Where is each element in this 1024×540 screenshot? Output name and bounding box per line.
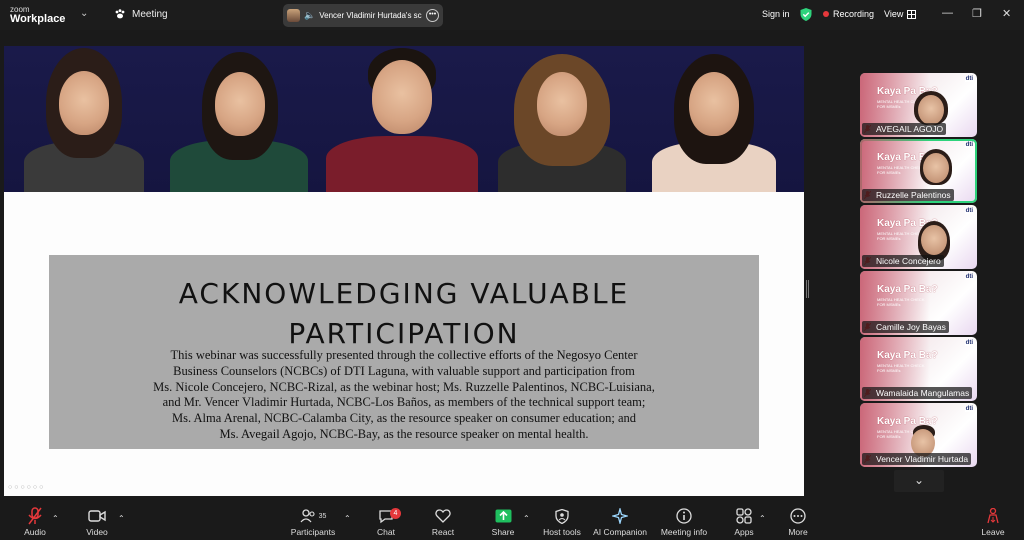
more-options-icon[interactable]: ••• — [426, 9, 439, 22]
shield-icon — [555, 508, 569, 524]
tile-bg-subtitle: MENTAL HEALTH CHECK FOR MSMEs — [877, 297, 925, 307]
dti-logo: dti — [964, 208, 974, 214]
speaker-photo — [14, 46, 154, 192]
close-icon[interactable]: ✕ — [1002, 7, 1011, 20]
speaker-photo — [164, 46, 314, 192]
chat-unread-badge: 4 — [390, 508, 401, 519]
more-icon — [790, 508, 806, 524]
leave-icon — [987, 508, 999, 524]
audio-label: Audio — [24, 527, 46, 537]
heart-icon — [435, 509, 451, 523]
slide-body-line: Business Counselors (NCBCs) of DTI Lagun… — [173, 363, 635, 378]
screen-share-indicator[interactable]: 🔈 Vencer Vladimir Hurtada's sc ••• — [283, 4, 443, 27]
shared-screen[interactable]: ACKNOWLEDGING VALUABLE PARTICIPATION Thi… — [4, 46, 804, 496]
title-bar: zoom Workplace ⌄ Meeting 🔈 Vencer Vladim… — [0, 0, 1024, 30]
participant-name: AVEGAIL AGOJO — [862, 123, 947, 135]
participant-name: Nicole Concejero — [862, 255, 944, 267]
meeting-menu-button[interactable]: Meeting — [114, 8, 168, 20]
audio-options-caret-icon[interactable]: ⌃ — [52, 514, 59, 523]
slide-title-line: ACKNOWLEDGING VALUABLE — [178, 277, 630, 310]
participant-name: Camille Joy Bayas — [862, 321, 949, 333]
tile-bg-subtitle: MENTAL HEALTH CHECK FOR MSMEs — [877, 363, 925, 373]
participant-tile[interactable]: Kaya Pa Ba? MENTAL HEALTH CHECK FOR MSMEs… — [860, 73, 977, 137]
tile-bg-subtitle: MENTAL HEALTH CHECK FOR MSMEs — [877, 165, 925, 175]
resize-handle[interactable] — [806, 280, 809, 298]
slide-body-line: Ms. Nicole Concejero, NCBC-Rizal, as the… — [153, 379, 655, 394]
participant-name: Wamalaida Mangulamas — [862, 387, 973, 399]
more-label: More — [788, 527, 808, 537]
info-icon — [676, 508, 692, 524]
speaker-photo — [644, 46, 784, 192]
sharer-avatar — [287, 9, 300, 22]
dti-logo: dti — [964, 340, 974, 346]
slide-title: ACKNOWLEDGING VALUABLE PARTICIPATION — [49, 274, 759, 354]
participant-tile[interactable]: Kaya Pa Ba? MENTAL HEALTH CHECK FOR MSMEs… — [860, 205, 977, 269]
sparkle-icon — [612, 508, 628, 524]
participants-label: Participants — [290, 527, 336, 537]
leave-button[interactable]: Leave — [958, 505, 1024, 537]
participants-count: 35 — [318, 512, 327, 520]
view-label: View — [884, 9, 904, 19]
slide-body-line: Ms. Avegail Agojo, NCBC-Bay, as the reso… — [219, 426, 589, 441]
meeting-toolbar: Audio ⌃ Video ⌃ 35 Participants ⌃ 4 Chat… — [0, 505, 1024, 540]
recording-indicator[interactable]: Recording — [823, 9, 874, 19]
video-options-caret-icon[interactable]: ⌃ — [118, 514, 125, 523]
tile-bg-title: Kaya Pa Ba? — [877, 350, 938, 361]
encryption-shield-icon[interactable] — [800, 8, 812, 21]
share-title: Vencer Vladimir Hurtada's sc — [319, 11, 422, 20]
participant-tile[interactable]: Kaya Pa Ba? MENTAL HEALTH CHECK FOR MSMEs… — [860, 271, 977, 335]
view-button[interactable]: View — [884, 9, 917, 19]
meeting-label: Meeting — [132, 8, 168, 20]
chevron-down-icon: ⌄ — [913, 473, 925, 487]
ai-companion-button[interactable]: AI Companion — [585, 505, 655, 537]
speaker-icon: 🔈 — [304, 10, 316, 20]
participants-options-caret-icon[interactable]: ⌃ — [344, 514, 351, 523]
slide-body-line: This webinar was successfully presented … — [170, 348, 638, 362]
apps-icon — [736, 508, 752, 524]
slide-body-text: This webinar was successfully presented … — [64, 348, 744, 443]
video-label: Video — [86, 527, 108, 537]
audio-button[interactable]: Audio — [0, 505, 70, 537]
slide-control-icons[interactable]: ○○○○○○ — [8, 484, 45, 491]
chevron-down-icon[interactable]: ⌄ — [80, 8, 88, 19]
dti-logo: dti — [964, 274, 974, 280]
participants-icon — [300, 509, 315, 523]
ai-companion-label: AI Companion — [593, 527, 647, 537]
speaker-photo — [322, 46, 482, 192]
speakers-banner-image — [4, 46, 804, 192]
more-button[interactable]: More — [763, 505, 833, 537]
tile-bg-title: Kaya Pa Ba? — [877, 284, 938, 295]
dti-logo: dti — [964, 76, 974, 82]
leave-label: Leave — [981, 527, 1005, 537]
mic-muted-icon — [28, 507, 42, 525]
participant-tile-active-speaker[interactable]: Kaya Pa Ba? MENTAL HEALTH CHECK FOR MSMEs… — [860, 139, 977, 203]
minimize-icon[interactable]: — — [942, 7, 953, 19]
participant-tile[interactable]: Kaya Pa Ba? MENTAL HEALTH CHECK FOR MSMEs… — [860, 337, 977, 401]
share-screen-icon — [495, 509, 511, 523]
recording-label: Recording — [833, 9, 875, 19]
gallery-scroll-down-button[interactable]: ⌄ — [894, 470, 944, 492]
dti-logo: dti — [964, 406, 974, 412]
speaker-photo — [492, 46, 632, 192]
restore-icon[interactable]: ❐ — [972, 7, 982, 20]
participants-button[interactable]: 35 Participants — [278, 505, 348, 537]
brand-line2: Workplace — [10, 13, 66, 25]
participant-name: Ruzzelle Palentinos — [862, 189, 954, 201]
participant-tile[interactable]: Kaya Pa Ba? MENTAL HEALTH CHECK FOR MSMEs… — [860, 403, 977, 467]
grid-view-icon — [907, 9, 917, 19]
paw-icon — [115, 9, 125, 19]
dti-logo: dti — [964, 142, 974, 148]
record-dot-icon — [823, 11, 829, 17]
slide-body-line: and Mr. Vencer Vladimir Hurtada, NCBC-Lo… — [162, 395, 646, 410]
slide-body-line: Ms. Alma Arenal, NCBC-Calamba City, as t… — [171, 411, 636, 426]
participant-gallery: Kaya Pa Ba? MENTAL HEALTH CHECK FOR MSMEs… — [860, 73, 977, 469]
video-camera-icon — [88, 510, 106, 522]
sign-in-button[interactable]: Sign in — [762, 9, 790, 19]
participant-name: Vencer Vladimir Hurtada — [862, 453, 972, 465]
app-logo: zoom Workplace — [10, 5, 66, 25]
